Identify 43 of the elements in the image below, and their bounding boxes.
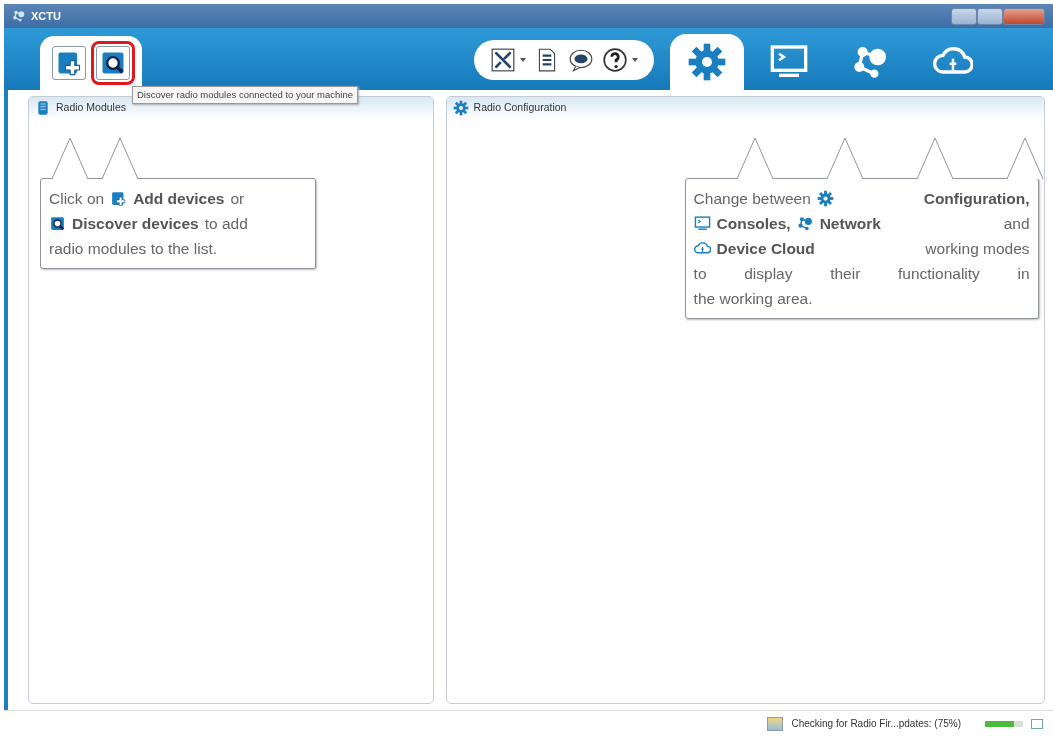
callout-text: Click on <box>49 189 105 209</box>
help-icon <box>602 47 628 73</box>
chat-button[interactable] <box>568 47 594 73</box>
panel-title: Radio Configuration <box>473 100 567 116</box>
add-device-icon <box>110 190 128 207</box>
tools-icon <box>490 47 516 73</box>
callout-text: Add devices <box>133 189 225 209</box>
caret-icon <box>520 58 526 62</box>
maximize-button[interactable] <box>977 7 1003 25</box>
status-icon <box>767 716 784 731</box>
caret-icon <box>632 58 638 62</box>
network-icon <box>796 215 814 232</box>
callout-text: the working area. <box>693 289 813 309</box>
callout-text: Discover devices <box>72 214 199 234</box>
discover-device-icon <box>49 215 66 232</box>
window-title: XCTU <box>31 8 61 24</box>
callout-text: to add <box>204 214 248 234</box>
radio-module-icon <box>35 100 51 116</box>
gear-icon <box>687 42 727 82</box>
help-button[interactable] <box>602 47 638 73</box>
tooltip: Discover radio modules connected to your machine <box>132 86 358 105</box>
callout-text: and <box>1003 214 1030 234</box>
callout-text: radio modules to the list. <box>49 239 217 259</box>
panel-title: Radio Modules <box>56 100 127 116</box>
callout-text: working modes <box>925 239 1030 259</box>
status-text: Checking for Radio Fir...pdates: (75%) <box>791 717 961 731</box>
callout-text: to display their functionality in <box>693 264 1030 284</box>
callout-text: Consoles, <box>716 214 791 234</box>
gear-icon <box>452 100 469 116</box>
network-status-icon <box>1031 718 1043 729</box>
minimize-button[interactable] <box>951 7 977 25</box>
add-devices-button[interactable] <box>52 46 86 80</box>
network-icon <box>12 9 26 23</box>
callout-text: Network <box>819 214 881 234</box>
gear-icon <box>816 190 834 207</box>
monitor-icon <box>693 215 711 232</box>
callout-text: Configuration, <box>923 189 1030 209</box>
chat-icon <box>568 47 594 73</box>
callout-text: Change between <box>693 189 811 209</box>
configuration-tab[interactable] <box>670 34 744 90</box>
callout-text: Device Cloud <box>716 239 815 259</box>
callout-text: or <box>230 189 245 209</box>
tools-button[interactable] <box>490 47 526 73</box>
